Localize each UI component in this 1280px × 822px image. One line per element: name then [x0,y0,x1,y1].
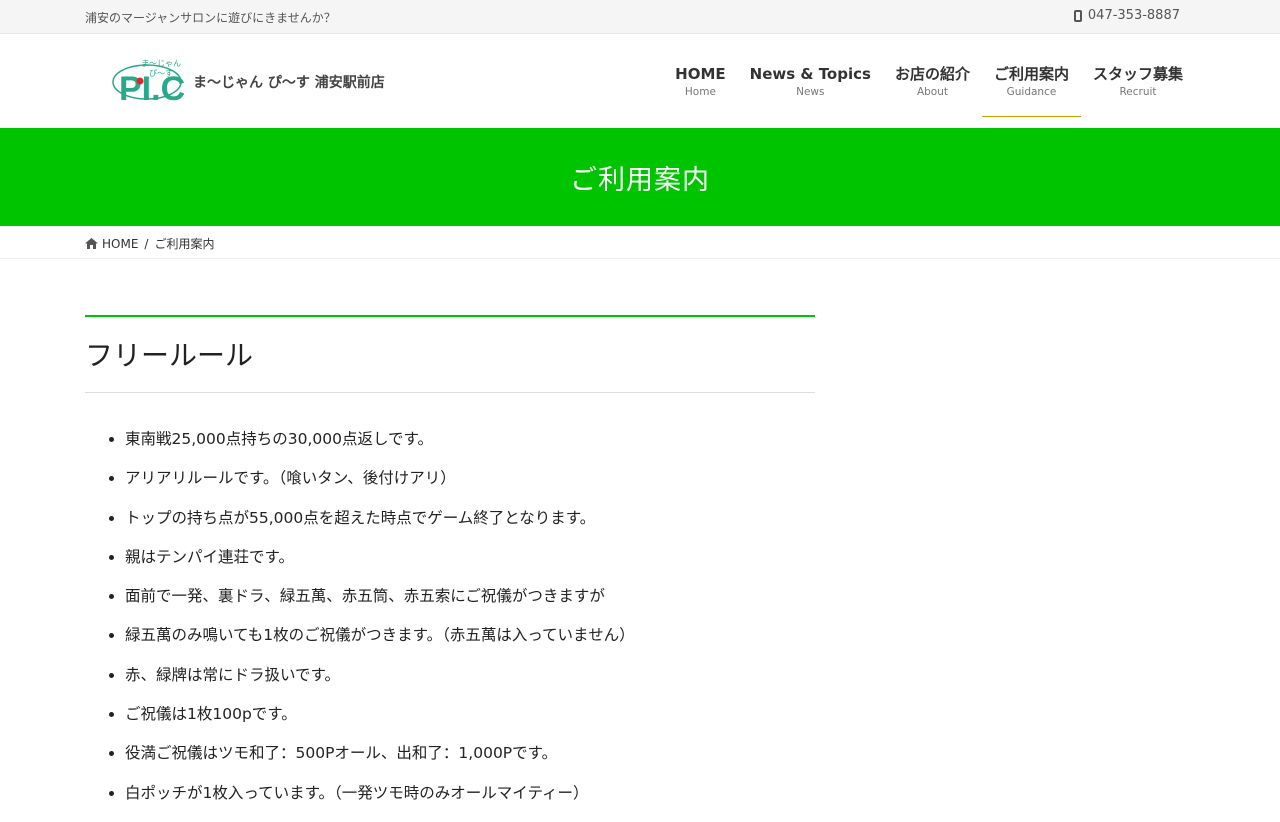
nav-sublabel: Guidance [1006,86,1057,98]
nav-sublabel: About [916,86,948,98]
peace-logo-icon: PI.CE ま〜じゃん ぴ〜す [95,54,187,110]
nav-item-recruit[interactable]: スタッフ募集 Recruit [1081,64,1195,116]
list-item: 緑五萬のみ鳴いても1枚のご祝儀がつきます。（赤五萬は入っていません） [125,625,815,645]
breadcrumb-home-label: HOME [102,236,139,251]
mobile-phone-icon [1073,9,1082,22]
top-info-bar: 浦安のマージャンサロンに遊びにきませんか？ 047-353-8887 [0,0,1280,34]
list-item: 東南戦25,000点持ちの30,000点返しです。 [125,429,815,449]
phone-number: 047-353-8887 [1087,8,1180,23]
page-title: ご利用案内 [570,164,710,196]
breadcrumb-separator: / [144,236,149,251]
logo-line-1: ま〜じゃん [141,59,181,68]
global-nav: HOME Home News & Topics News お店の紹介 About… [663,64,1195,117]
nav-label: ご利用案内 [993,65,1069,83]
list-item: ご祝儀は1枚100pです。 [125,704,815,724]
site-tagline: 浦安のマージャンサロンに遊びにきませんか？ [85,11,336,25]
nav-item-guidance[interactable]: ご利用案内 Guidance [981,64,1081,117]
breadcrumb-current: ご利用案内 [154,237,215,251]
site-logo-link[interactable]: PI.CE ま〜じゃん ぴ〜す ま〜じゃん ぴ〜す 浦安駅前店 [95,54,385,110]
nav-label: News & Topics [749,65,871,83]
nav-label: お店の紹介 [894,65,970,83]
logo-line-2: ぴ〜す [149,69,173,78]
home-icon [85,238,98,249]
nav-item-home[interactable]: HOME Home [663,64,737,116]
list-item: 赤、緑牌は常にドラ扱いです。 [125,665,815,685]
list-item: アリアリルールです。（喰いタン、後付けアリ） [125,468,815,488]
site-name: ま〜じゃん ぴ〜す 浦安駅前店 [193,75,385,91]
nav-item-news[interactable]: News & Topics News [738,64,883,116]
nav-sublabel: Home [684,86,716,98]
nav-label: スタッフ募集 [1092,65,1183,83]
list-item: トップの持ち点が55,000点を超えた時点でゲーム終了となります。 [125,508,815,528]
main-content: フリールール 東南戦25,000点持ちの30,000点返しです。 アリアリルール… [85,315,815,822]
page-title-banner: ご利用案内 [0,128,1280,226]
section-title: フリールール [85,338,254,372]
site-header: PI.CE ま〜じゃん ぴ〜す ま〜じゃん ぴ〜す 浦安駅前店 HOME Hom… [0,34,1280,128]
list-item: 親はテンパイ連荘です。 [125,547,815,567]
nav-sublabel: News [796,86,825,98]
nav-sublabel: Recruit [1119,86,1157,98]
list-item: 役満ご祝儀はツモ和了：500Pオール、出和了：1,000Pです。 [125,743,815,763]
section-heading: フリールール [85,315,815,393]
breadcrumb: HOME / ご利用案内 [0,226,1280,259]
list-item: 面前で一発、裏ドラ、緑五萬、赤五筒、赤五索にご祝儀がつきますが [125,586,815,606]
free-rules-list: 東南戦25,000点持ちの30,000点返しです。 アリアリルールです。（喰いタ… [85,429,815,803]
nav-label: HOME [675,65,726,83]
nav-item-about[interactable]: お店の紹介 About [883,64,982,116]
phone-link[interactable]: 047-353-8887 [1073,8,1180,23]
breadcrumb-home-link[interactable]: HOME [85,237,138,251]
